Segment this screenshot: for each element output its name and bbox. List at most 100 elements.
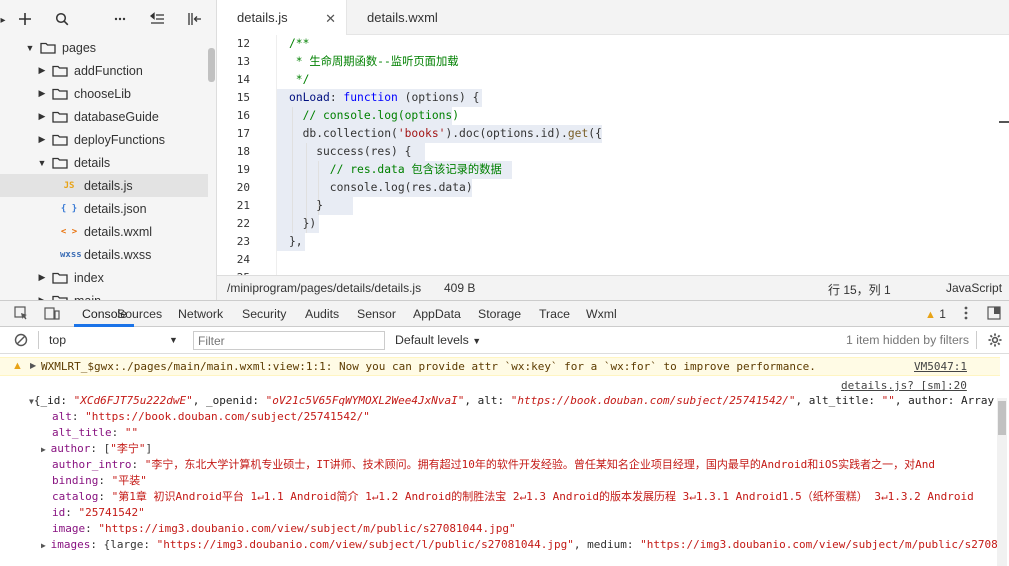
close-icon[interactable]: ✕ <box>325 11 336 27</box>
tree-label: addFunction <box>74 63 143 78</box>
collapse-sidebar-icon[interactable]: ▸ <box>0 9 14 31</box>
console-prop-row: binding: "平装" <box>52 474 147 487</box>
console-prop-row: id: "25741542" <box>52 506 145 519</box>
inspect-icon[interactable] <box>14 306 29 324</box>
warning-icon: ▲ <box>12 360 23 372</box>
tree-file[interactable]: JS details.js <box>0 174 208 197</box>
warning-counter[interactable]: ▲ 1 <box>925 307 946 321</box>
line-number: 17 <box>236 127 250 140</box>
line-number: 18 <box>236 145 250 158</box>
tree-file[interactable]: { } details.json <box>0 197 208 220</box>
chevron-right-icon[interactable]: ▶ <box>36 272 48 283</box>
warning-icon: ▲ <box>925 309 936 321</box>
tree-folder[interactable]: ▶ databaseGuide <box>0 105 208 128</box>
dock-icon[interactable] <box>987 306 1002 323</box>
log-levels-select[interactable]: Default levels ▼ <box>395 333 481 347</box>
split-icon[interactable] <box>183 8 205 30</box>
devtools-tab-audits[interactable]: Audits <box>305 307 339 321</box>
tree-label: details <box>74 155 111 170</box>
console-prop-row[interactable]: ▶ author: ["李宁"] <box>41 441 152 458</box>
search-icon[interactable] <box>51 8 73 30</box>
filter-input[interactable] <box>193 331 385 350</box>
devtools-tab-network[interactable]: Network <box>178 307 223 321</box>
hidden-items-note: 1 item hidden by filters <box>846 333 970 347</box>
folder-icon <box>52 88 68 100</box>
log-source-link[interactable]: details.js? [sm]:20 <box>841 379 967 392</box>
more-vertical-icon[interactable] <box>962 305 970 324</box>
devtools-tab-wxml[interactable]: Wxml <box>586 307 617 321</box>
tab-label: details.wxml <box>367 10 438 25</box>
cursor-position[interactable]: 行 15，列 1 <box>828 281 891 298</box>
devtools-tab-storage[interactable]: Storage <box>478 307 521 321</box>
language-mode[interactable]: JavaScript <box>946 281 1002 295</box>
code-line: * 生命周期函数--监听页面加载 <box>289 55 459 68</box>
console-warning: ▲ ▶ WXMLRT_$gwx:./pages/main/main.wxml:v… <box>0 357 1000 376</box>
js-file-icon: JS <box>63 180 75 191</box>
console-scrollbar-thumb[interactable] <box>998 401 1006 435</box>
line-number: 19 <box>236 163 250 176</box>
clear-console-icon[interactable] <box>14 333 28 350</box>
chevron-right-icon[interactable]: ▶ <box>36 111 48 122</box>
expand-arrow-icon[interactable]: ▶ <box>30 361 36 370</box>
line-number: 21 <box>236 199 250 212</box>
code-line: }, <box>289 235 303 248</box>
chevron-down-icon[interactable]: ▼ <box>36 158 48 168</box>
folder-icon <box>52 134 68 146</box>
sidebar-scrollbar[interactable] <box>208 48 215 82</box>
plus-icon[interactable] <box>14 8 36 30</box>
folder-icon <box>52 157 68 169</box>
tree-folder[interactable]: ▶main <box>0 289 208 300</box>
devtools-tab-appdata[interactable]: AppData <box>413 307 461 321</box>
console-prop-row: image: "https://img3.doubanio.com/view/s… <box>52 522 516 535</box>
devtools-tab-trace[interactable]: Trace <box>539 307 570 321</box>
devtools-tabs: Console Sources Network Security Audits Senso… <box>0 301 1009 327</box>
tree-label: index <box>74 270 104 285</box>
tree-label: details.wxml <box>84 224 153 239</box>
console-prop-row: alt: "https://book.douban.com/subject/25… <box>52 410 370 423</box>
tree-folder[interactable]: ▶ chooseLib <box>0 82 208 105</box>
folder-icon <box>52 65 68 77</box>
more-icon[interactable] <box>109 8 131 30</box>
code-area[interactable]: /** * 生命周期函数--监听页面加载 */ onLoad: function… <box>277 35 1009 275</box>
tree-folder[interactable]: ▶ addFunction <box>0 59 208 82</box>
file-path: /miniprogram/pages/details/details.js <box>227 281 422 295</box>
tree-folder[interactable]: ▼ pages <box>0 36 208 59</box>
collapse-icon[interactable] <box>146 8 168 30</box>
context-select[interactable]: top <box>49 333 66 347</box>
device-icon[interactable] <box>44 306 60 324</box>
tree-folder[interactable]: ▼ details <box>0 151 208 174</box>
chevron-right-icon[interactable]: ▶ <box>36 65 48 76</box>
tree-file[interactable]: < > details.wxml <box>0 220 208 243</box>
code-line: // res.data 包含该记录的数据 <box>289 163 502 176</box>
tree-label: databaseGuide <box>74 109 159 124</box>
devtools-tab-sensor[interactable]: Sensor <box>357 307 396 321</box>
chevron-down-icon[interactable]: ▼ <box>24 43 36 53</box>
tab-details-js[interactable]: details.js ✕ <box>217 0 347 35</box>
tab-label: details.js <box>237 10 288 25</box>
folder-icon <box>52 111 68 123</box>
tree-label: details.json <box>84 201 147 216</box>
tree-file[interactable]: wxss details.wxss <box>0 243 208 266</box>
warning-source-link[interactable]: VM5047:1 <box>914 360 967 373</box>
console-object-row[interactable]: ▼{_id: "XCd6FJT75u222dwE", _openid: "oV2… <box>29 393 994 410</box>
gear-icon[interactable] <box>987 332 1003 351</box>
editor-statusbar: /miniprogram/pages/details/details.js 40… <box>217 275 1009 300</box>
code-line: } <box>289 199 324 212</box>
editor-tabs: details.js ✕ details.wxml <box>217 0 1009 35</box>
tree-folder[interactable]: ▶ deployFunctions <box>0 128 208 151</box>
console-prop-row: catalog: "第1章 初识Android平台 1↵1.1 Android简… <box>52 490 974 503</box>
devtools-tab-security[interactable]: Security <box>242 307 286 321</box>
code-line: */ <box>289 73 310 86</box>
tree-label: details.js <box>84 178 133 193</box>
chevron-right-icon[interactable]: ▶ <box>36 88 48 99</box>
tree-folder[interactable]: ▶ index <box>0 266 208 289</box>
chevron-right-icon[interactable]: ▶ <box>36 134 48 145</box>
tab-details-wxml[interactable]: details.wxml <box>347 0 477 35</box>
chevron-down-icon[interactable]: ▼ <box>169 335 178 345</box>
code-line: success(res) { <box>289 145 412 158</box>
devtools-tab-sources[interactable]: Sources <box>117 307 162 321</box>
line-number-gutter: 1213141516171819202122232425 <box>217 35 277 284</box>
code-editor: details.js ✕ details.wxml 12 13 14 15 16 17 18… <box>217 0 1009 300</box>
scroll-marker <box>999 121 1009 123</box>
console-prop-row[interactable]: ▶ images: {large: "https://img3.doubanio… <box>41 537 998 554</box>
